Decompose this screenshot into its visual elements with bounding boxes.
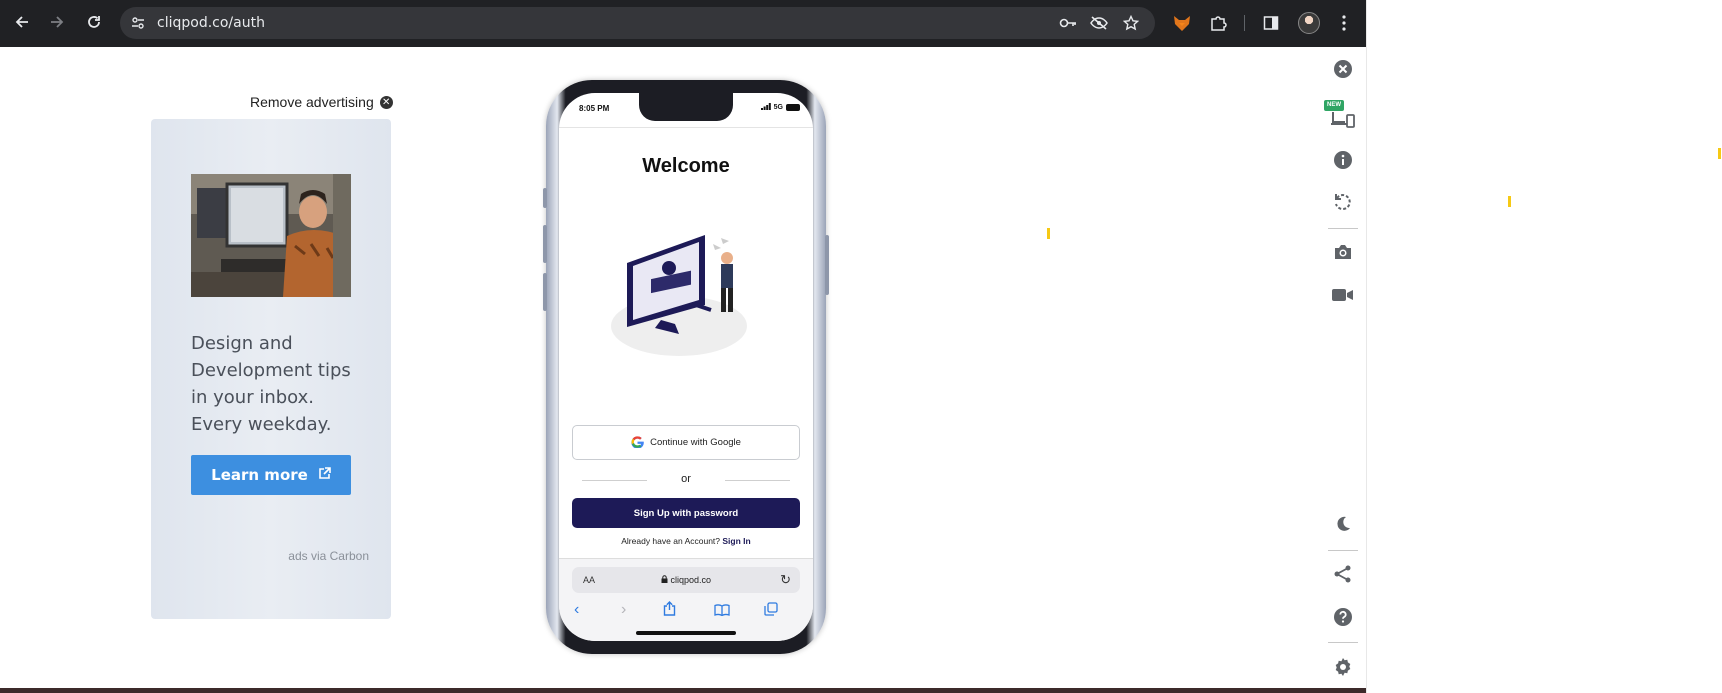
viewport-edge	[1366, 0, 1367, 693]
puzzle-icon[interactable]	[1206, 11, 1230, 35]
ad-image[interactable]	[191, 174, 351, 297]
status-time: 8:05 PM	[579, 104, 610, 113]
safari-reload-icon[interactable]: ↻	[780, 572, 791, 588]
safari-share-icon[interactable]	[663, 601, 676, 621]
remove-advertising-link[interactable]: Remove advertising ✕	[250, 94, 393, 110]
devices-icon[interactable]	[1330, 106, 1356, 132]
cursor-mark	[1718, 148, 1721, 159]
page: cliqpod.co/auth Remove advertising ✕ Des…	[0, 0, 1722, 693]
continue-with-google-button[interactable]: Continue with Google	[572, 425, 800, 460]
profile-avatar[interactable]	[1298, 12, 1320, 34]
more-menu-icon[interactable]	[1332, 11, 1356, 35]
site-info-icon[interactable]	[128, 13, 148, 33]
cursor-mark	[1508, 196, 1511, 207]
back-icon[interactable]	[8, 8, 36, 36]
signup-with-password-button[interactable]: Sign Up with password	[572, 498, 800, 528]
safari-back-icon[interactable]: ‹	[574, 601, 579, 619]
url-text[interactable]: cliqpod.co/auth	[157, 15, 265, 31]
video-icon[interactable]	[1330, 282, 1356, 308]
status-indicators: 5G	[760, 103, 800, 112]
browser-toolbar: cliqpod.co/auth	[0, 0, 1366, 47]
rotate-icon[interactable]	[1330, 189, 1356, 215]
phone-volume-down	[543, 273, 547, 311]
safari-address-bar[interactable]: AA cliqpod.co ↻	[572, 567, 800, 593]
fox-extension-icon[interactable]	[1170, 11, 1194, 35]
or-line-right	[725, 480, 790, 481]
external-link-icon	[318, 466, 331, 484]
toolbar-divider	[1328, 642, 1358, 643]
settings-icon[interactable]	[1330, 654, 1356, 680]
forward-icon[interactable]	[43, 8, 71, 36]
star-icon[interactable]	[1121, 13, 1141, 33]
key-icon[interactable]	[1058, 13, 1078, 33]
ad-attribution[interactable]: ads via Carbon	[288, 549, 369, 563]
share-icon[interactable]	[1330, 561, 1356, 587]
toolbar-separator	[1244, 15, 1245, 31]
or-text: or	[681, 473, 691, 485]
address-bar[interactable]: cliqpod.co/auth	[120, 7, 1155, 39]
taskbar-edge	[0, 688, 1366, 693]
safari-toolbar: AA cliqpod.co ↻ ‹ ›	[559, 558, 813, 641]
home-indicator	[636, 631, 736, 635]
network-label: 5G	[773, 104, 783, 111]
phone-silent-switch	[543, 188, 547, 208]
help-icon[interactable]	[1330, 604, 1356, 630]
safari-bookmarks-icon[interactable]	[714, 603, 730, 621]
info-icon[interactable]	[1330, 147, 1356, 173]
toolbar-divider	[1328, 228, 1358, 229]
toolbar-divider	[1328, 550, 1358, 551]
already-have-account-text: Already have an Account?	[621, 536, 721, 546]
signin-prompt: Already have an Account? Sign In	[559, 536, 813, 546]
signal-icon	[760, 103, 771, 112]
phone-notch	[639, 93, 733, 121]
phone-frame: 8:05 PM 5G Welcome Continue with Google …	[543, 80, 829, 654]
close-icon[interactable]	[1330, 56, 1356, 82]
reload-icon[interactable]	[80, 8, 108, 36]
eye-off-icon[interactable]	[1089, 13, 1109, 33]
status-divider	[559, 127, 813, 128]
moon-icon[interactable]	[1330, 511, 1356, 537]
battery-icon	[786, 104, 800, 111]
learn-more-button[interactable]: Learn more	[191, 455, 351, 495]
safari-domain-text: cliqpod.co	[670, 575, 712, 585]
cursor-mark	[1047, 228, 1050, 239]
camera-icon[interactable]	[1330, 239, 1356, 265]
google-icon	[631, 435, 644, 451]
side-panel-icon[interactable]	[1259, 11, 1283, 35]
safari-domain: cliqpod.co	[572, 575, 800, 585]
page-title: Welcome	[642, 155, 730, 177]
learn-more-label: Learn more	[211, 466, 308, 484]
safari-tabs-icon[interactable]	[764, 602, 778, 621]
phone-screen: 8:05 PM 5G Welcome Continue with Google …	[559, 93, 813, 641]
safari-forward-icon[interactable]: ›	[621, 601, 626, 619]
remove-advertising-label: Remove advertising	[250, 94, 374, 110]
phone-volume-up	[543, 225, 547, 263]
login-illustration	[609, 208, 759, 358]
close-circle-icon: ✕	[379, 95, 393, 109]
ad-card[interactable]: Design and Development tips in your inbo…	[151, 119, 391, 619]
ad-text[interactable]: Design and Development tips in your inbo…	[191, 330, 361, 438]
google-button-label: Continue with Google	[650, 437, 741, 448]
or-divider: or	[582, 473, 790, 487]
phone-power-button	[825, 235, 829, 295]
sign-in-link[interactable]: Sign In	[722, 536, 750, 546]
